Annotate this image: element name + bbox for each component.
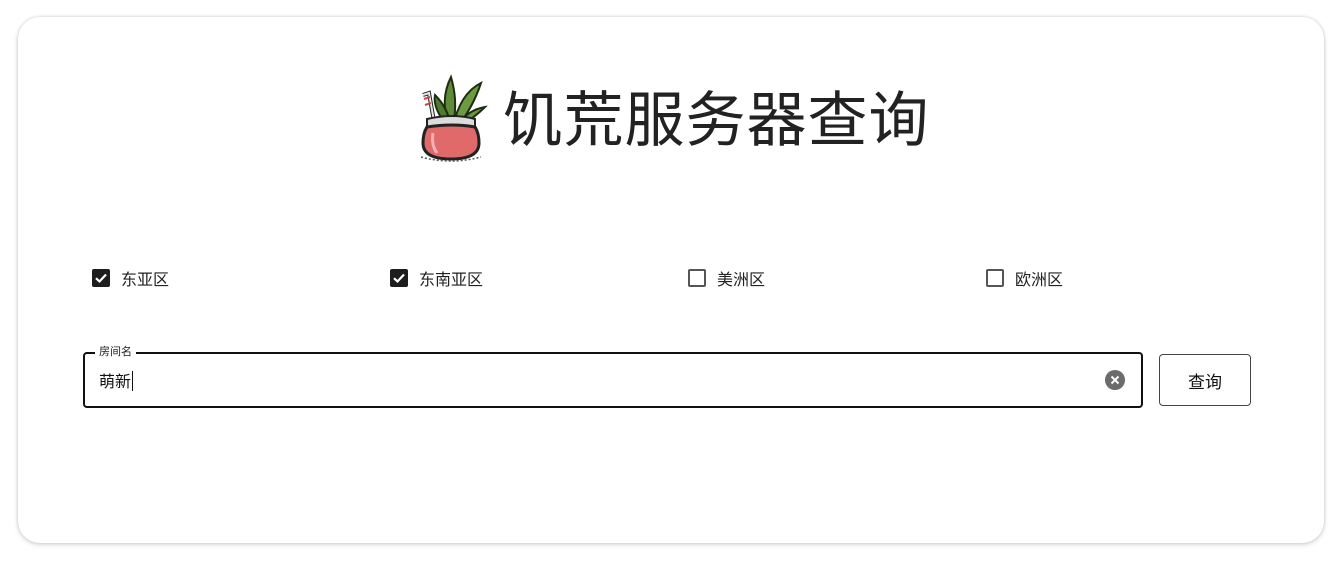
room-name-input[interactable] [99,354,1079,406]
region-label: 东亚区 [121,270,170,289]
region-checkbox-southeast-asia[interactable]: 东南亚区 [390,265,483,291]
region-label: 东南亚区 [419,270,484,289]
region-checkbox-east-asia[interactable]: 东亚区 [92,265,169,291]
region-label: 美洲区 [717,270,766,289]
page-header: 饥荒服务器查询 [18,65,1324,165]
region-label: 欧洲区 [1015,270,1064,289]
region-checkbox-americas[interactable]: 美洲区 [688,265,765,291]
page-title: 饥荒服务器查询 [502,85,930,156]
checkbox-unchecked-icon[interactable] [688,269,706,287]
query-button[interactable]: 查询 [1159,354,1251,406]
text-caret [132,371,133,391]
checkbox-checked-icon[interactable] [92,269,110,287]
radish-jar-logo-icon [420,74,488,162]
checkbox-checked-icon[interactable] [390,269,408,287]
region-checkbox-europe[interactable]: 欧洲区 [986,265,1063,291]
main-card: 饥荒服务器查询 东亚区 东南亚区 美洲区 欧洲区 [18,17,1324,543]
clear-icon[interactable] [1105,370,1125,390]
region-filter-group: 东亚区 东南亚区 美洲区 欧洲区 [92,265,1288,291]
room-name-field: 房间名 [83,345,1143,408]
checkbox-unchecked-icon[interactable] [986,269,1004,287]
